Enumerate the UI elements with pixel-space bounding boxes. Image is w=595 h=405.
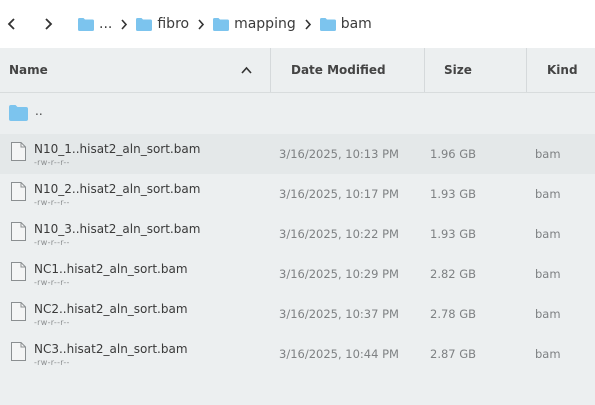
file-name: N10_2..hisat2_aln_sort.bam bbox=[34, 182, 201, 196]
chevron-right-icon bbox=[197, 18, 205, 30]
file-kind: bam bbox=[535, 307, 561, 321]
file-icon bbox=[11, 222, 26, 241]
breadcrumb-item-bam[interactable]: bam bbox=[319, 16, 372, 32]
breadcrumb-item-ellipsis[interactable]: ... bbox=[78, 16, 112, 32]
file-row[interactable]: NC1..hisat2_aln_sort.bam -rw-r--r-- 3/16… bbox=[0, 254, 595, 294]
file-date: 3/16/2025, 10:22 PM bbox=[279, 227, 399, 241]
file-size: 2.87 GB bbox=[430, 347, 477, 361]
column-header-name-label: Name bbox=[9, 63, 48, 77]
file-kind: bam bbox=[535, 267, 561, 281]
file-kind: bam bbox=[535, 187, 561, 201]
column-divider[interactable] bbox=[424, 48, 425, 92]
breadcrumb: ... fibro mapping bam bbox=[78, 16, 372, 32]
breadcrumb-label: mapping bbox=[234, 16, 296, 32]
breadcrumb-item-mapping[interactable]: mapping bbox=[213, 16, 296, 32]
toolbar: ... fibro mapping bam bbox=[0, 0, 595, 48]
file-size: 1.93 GB bbox=[430, 227, 477, 241]
column-header-name[interactable]: Name bbox=[9, 48, 264, 92]
file-kind: bam bbox=[535, 227, 561, 241]
file-permissions: -rw-r--r-- bbox=[34, 278, 70, 287]
breadcrumb-label: bam bbox=[340, 16, 372, 32]
file-icon bbox=[11, 182, 26, 201]
column-divider[interactable] bbox=[526, 48, 527, 92]
file-permissions: -rw-r--r-- bbox=[34, 358, 70, 367]
chevron-right-icon bbox=[45, 18, 53, 30]
file-name: NC3..hisat2_aln_sort.bam bbox=[34, 342, 188, 356]
file-date: 3/16/2025, 10:17 PM bbox=[279, 187, 399, 201]
breadcrumb-item-fibro[interactable]: fibro bbox=[136, 16, 189, 32]
chevron-up-icon bbox=[241, 66, 252, 74]
breadcrumb-label: ... bbox=[99, 16, 113, 32]
chevron-right-icon bbox=[120, 18, 128, 30]
file-icon bbox=[11, 342, 26, 361]
parent-directory-label: .. bbox=[35, 104, 43, 118]
forward-button[interactable] bbox=[36, 12, 60, 36]
chevron-right-icon bbox=[304, 18, 312, 30]
file-permissions: -rw-r--r-- bbox=[34, 198, 70, 207]
file-kind: bam bbox=[535, 147, 561, 161]
file-name: NC1..hisat2_aln_sort.bam bbox=[34, 262, 188, 276]
file-name: N10_1..hisat2_aln_sort.bam bbox=[34, 142, 201, 156]
column-divider[interactable] bbox=[270, 48, 271, 92]
file-permissions: -rw-r--r-- bbox=[34, 318, 70, 327]
file-row[interactable]: N10_1..hisat2_aln_sort.bam -rw-r--r-- 3/… bbox=[0, 134, 595, 174]
chevron-left-icon bbox=[7, 18, 15, 30]
column-header-row: Name Date Modified Size Kind bbox=[0, 48, 595, 93]
breadcrumb-label: fibro bbox=[157, 16, 190, 32]
back-button[interactable] bbox=[0, 12, 24, 36]
file-size: 2.82 GB bbox=[430, 267, 477, 281]
folder-icon bbox=[9, 105, 28, 121]
file-date: 3/16/2025, 10:37 PM bbox=[279, 307, 399, 321]
column-header-kind-label: Kind bbox=[547, 63, 578, 77]
file-permissions: -rw-r--r-- bbox=[34, 158, 70, 167]
file-icon bbox=[11, 262, 26, 281]
column-header-date-label: Date Modified bbox=[291, 63, 386, 77]
file-list: .. N10_1..hisat2_aln_sort.bam -rw-r--r--… bbox=[0, 93, 595, 374]
file-row[interactable]: N10_2..hisat2_aln_sort.bam -rw-r--r-- 3/… bbox=[0, 174, 595, 214]
file-date: 3/16/2025, 10:44 PM bbox=[279, 347, 399, 361]
column-header-kind[interactable]: Kind bbox=[547, 48, 578, 92]
file-date: 3/16/2025, 10:29 PM bbox=[279, 267, 399, 281]
file-name: N10_3..hisat2_aln_sort.bam bbox=[34, 222, 201, 236]
file-size: 2.78 GB bbox=[430, 307, 477, 321]
column-header-size-label: Size bbox=[444, 63, 472, 77]
file-icon bbox=[11, 142, 26, 161]
column-header-size[interactable]: Size bbox=[444, 48, 472, 92]
file-permissions: -rw-r--r-- bbox=[34, 238, 70, 247]
folder-icon bbox=[136, 17, 153, 31]
folder-icon bbox=[78, 17, 94, 31]
file-size: 1.93 GB bbox=[430, 187, 477, 201]
file-size: 1.96 GB bbox=[430, 147, 477, 161]
file-row[interactable]: N10_3..hisat2_aln_sort.bam -rw-r--r-- 3/… bbox=[0, 214, 595, 254]
file-icon bbox=[11, 302, 26, 321]
column-header-date[interactable]: Date Modified bbox=[291, 48, 386, 92]
folder-icon bbox=[319, 17, 336, 31]
parent-directory-row[interactable]: .. bbox=[0, 93, 595, 134]
file-kind: bam bbox=[535, 347, 561, 361]
file-row[interactable]: NC2..hisat2_aln_sort.bam -rw-r--r-- 3/16… bbox=[0, 294, 595, 334]
file-name: NC2..hisat2_aln_sort.bam bbox=[34, 302, 188, 316]
file-row[interactable]: NC3..hisat2_aln_sort.bam -rw-r--r-- 3/16… bbox=[0, 334, 595, 374]
file-date: 3/16/2025, 10:13 PM bbox=[279, 147, 399, 161]
folder-icon bbox=[213, 17, 230, 31]
